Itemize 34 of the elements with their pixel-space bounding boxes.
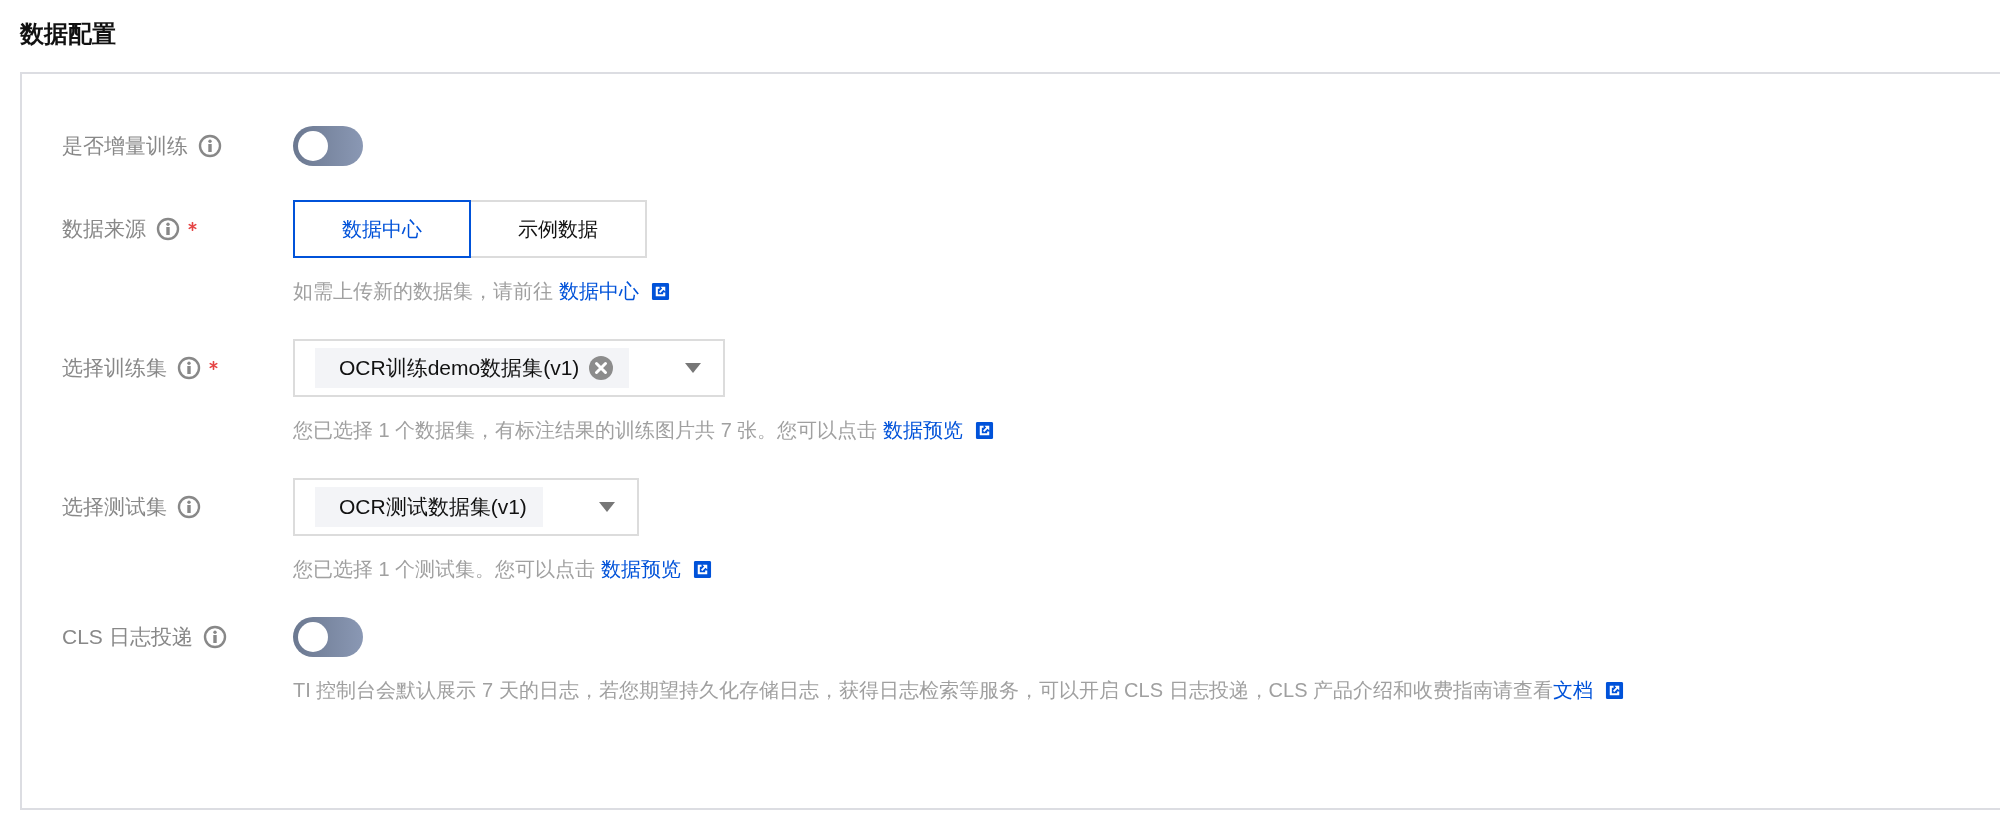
- segment-button[interactable]: 示例数据: [469, 200, 647, 258]
- field-label: 选择测试集: [62, 494, 167, 520]
- external-link-icon[interactable]: [650, 282, 670, 301]
- link[interactable]: 数据中心: [558, 280, 639, 302]
- info-icon[interactable]: [202, 625, 227, 649]
- link[interactable]: 数据预览: [600, 558, 681, 580]
- segment-button[interactable]: 数据中心: [293, 200, 471, 258]
- select-field[interactable]: OCR训练demo数据集(v1): [293, 339, 726, 397]
- toggle-switch[interactable]: [293, 617, 363, 657]
- link[interactable]: 文档: [1553, 679, 1594, 701]
- hint-text: TI 控制台会默认展示 7 天的日志，若您期望持久化存储日志，获得日志检索等服务，可以开启 CLS 日志投递，CLS 产品介绍和收费指南请查看文档: [293, 678, 1594, 703]
- selected-tag: OCR训练demo数据集(v1): [315, 348, 630, 388]
- info-icon[interactable]: [177, 356, 201, 380]
- caret-icon[interactable]: [598, 502, 615, 512]
- field-label: CLS 日志投递: [62, 624, 193, 650]
- selected-tag: OCR测试数据集(v1): [315, 487, 543, 527]
- hint-text: 您已选择 1 个数据集，有标注结果的训练图片共 7 张。您可以点击 数据预览: [293, 418, 964, 443]
- link[interactable]: 数据预览: [883, 419, 964, 441]
- clear-icon[interactable]: [589, 356, 614, 380]
- external-link-icon[interactable]: [692, 560, 712, 579]
- hint-text: 如需上传新的数据集，请前往 数据中心: [293, 279, 639, 304]
- field-label: 是否增量训练: [62, 133, 188, 159]
- toggle-switch[interactable]: [293, 126, 363, 166]
- hint-text: 您已选择 1 个测试集。您可以点击 数据预览: [293, 557, 681, 582]
- caret-icon[interactable]: [685, 363, 702, 373]
- external-link-icon[interactable]: [1605, 681, 1625, 700]
- external-link-icon[interactable]: [975, 421, 995, 440]
- select-field[interactable]: OCR测试数据集(v1): [293, 478, 639, 536]
- info-icon[interactable]: [156, 217, 180, 241]
- info-icon[interactable]: [198, 134, 222, 158]
- section-title: 数据配置: [20, 19, 116, 49]
- info-icon[interactable]: [177, 495, 201, 519]
- field-label: 选择训练集: [62, 355, 167, 381]
- field-label: 数据来源: [62, 216, 146, 242]
